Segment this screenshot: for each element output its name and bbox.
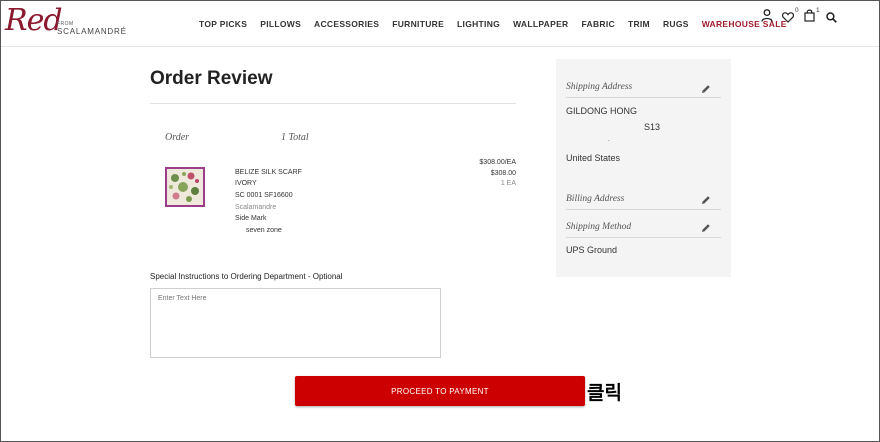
product-name[interactable]: BELIZE SILK SCARF	[235, 169, 302, 176]
product-color: IVORY	[235, 180, 257, 187]
title-divider	[150, 103, 516, 104]
side-mark-value: seven zone	[246, 227, 282, 234]
order-label: Order	[165, 132, 190, 143]
cart-count: 1	[816, 7, 820, 14]
billing-address-heading: Billing Address	[566, 194, 625, 204]
product-sku: SC 0001 SF16600	[235, 192, 293, 199]
order-summary-panel: Shipping Address GILDONG HONG S13 . Unit…	[556, 59, 731, 277]
wishlist-count: 0	[795, 7, 799, 14]
main-nav: TOP PICKS PILLOWS ACCESSORIES FURNITURE …	[199, 19, 800, 29]
shipping-address-heading: Shipping Address	[566, 82, 633, 92]
edit-shipping-method-icon[interactable]	[701, 220, 711, 232]
unit-price: $308.00/EA	[479, 159, 516, 166]
instructions-label: Special Instructions to Ordering Departm…	[150, 272, 343, 281]
product-thumbnail[interactable]	[165, 167, 205, 207]
nav-pillows[interactable]: PILLOWS	[260, 19, 301, 29]
nav-wallpaper[interactable]: WALLPAPER	[513, 19, 568, 29]
nav-top-picks[interactable]: TOP PICKS	[199, 19, 247, 29]
shipping-name: GILDONG HONG	[566, 106, 638, 116]
product-brand: Scalamandre	[235, 204, 277, 211]
proceed-to-payment-button[interactable]: PROCEED TO PAYMENT	[295, 376, 585, 406]
nav-furniture[interactable]: FURNITURE	[392, 19, 444, 29]
nav-fabric[interactable]: FABRIC	[582, 19, 615, 29]
divider	[566, 209, 721, 210]
total-count: 1 Total	[281, 132, 309, 143]
shipping-country: United States	[566, 153, 621, 163]
divider	[566, 237, 721, 238]
click-annotation: 클릭	[587, 382, 622, 404]
user-icon[interactable]	[761, 9, 773, 27]
heart-icon[interactable]	[781, 10, 795, 28]
nav-rugs[interactable]: RUGS	[663, 19, 689, 29]
nav-accessories[interactable]: ACCESSORIES	[314, 19, 379, 29]
nav-lighting[interactable]: LIGHTING	[457, 19, 500, 29]
page-title: Order Review	[150, 68, 273, 89]
shipping-address-line: S13	[644, 122, 661, 132]
nav-trim[interactable]: TRIM	[628, 19, 650, 29]
logo-wordmark: Red	[5, 3, 63, 38]
bag-icon[interactable]	[804, 9, 815, 27]
instructions-field[interactable]	[150, 288, 441, 358]
edit-billing-address-icon[interactable]	[701, 192, 711, 204]
search-icon[interactable]	[826, 10, 837, 28]
line-total: $308.00	[490, 170, 516, 177]
logo-name: SCALAMANDRÉ	[57, 27, 127, 36]
edit-shipping-address-icon[interactable]	[701, 81, 711, 93]
site-header: Red FROM SCALAMANDRÉ TOP PICKS PILLOWS A…	[1, 1, 879, 47]
shipping-address-line-3: .	[608, 137, 610, 143]
divider	[566, 97, 721, 98]
header-icons: 0 1	[759, 7, 839, 28]
shipping-method-heading: Shipping Method	[566, 222, 632, 232]
item-quantity: 1 EA	[500, 180, 516, 187]
shipping-method-value: UPS Ground	[566, 245, 618, 255]
brand-logo[interactable]: Red FROM SCALAMANDRÉ	[5, 3, 127, 41]
side-mark-label: Side Mark	[235, 215, 267, 222]
